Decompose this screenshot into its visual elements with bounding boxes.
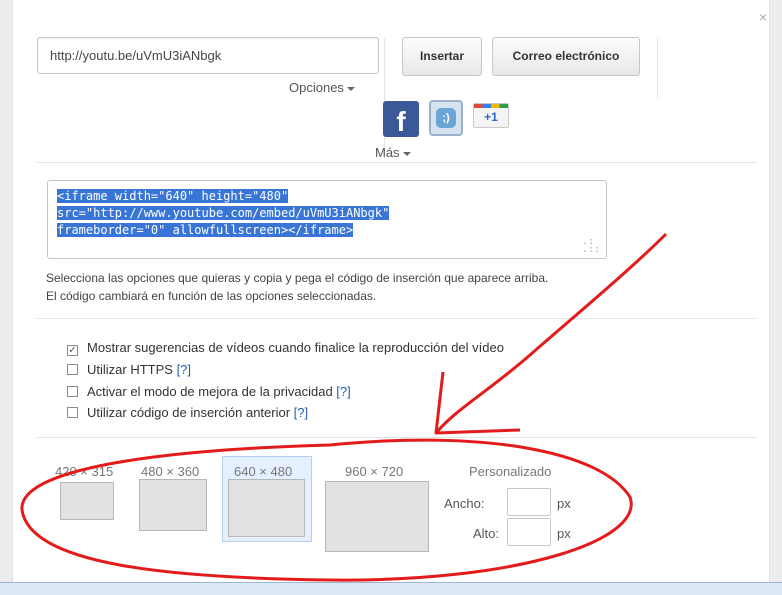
divider — [37, 318, 757, 319]
height-unit: px — [557, 526, 571, 541]
checkbox-checked[interactable]: ✓ — [67, 345, 78, 356]
size-preset-label: 420 × 315 — [55, 464, 114, 479]
help-link[interactable]: [?] — [336, 384, 350, 399]
google-plus-icon[interactable]: +1 — [473, 103, 509, 128]
left-gutter — [0, 0, 12, 582]
embed-code-line: <iframe width="640" height="480" — [57, 189, 289, 203]
share-dialog: × http://youtu.be/uVmU3iANbgk Opciones I… — [12, 0, 770, 582]
help-link[interactable]: [?] — [294, 405, 308, 420]
embed-code-textarea[interactable]: <iframe width="640" height="480" src="ht… — [47, 180, 607, 259]
insert-button[interactable]: Insertar — [402, 37, 482, 76]
option-use-https[interactable]: Utilizar HTTPS [?] — [67, 362, 191, 378]
resize-grip-icon[interactable]: .:.:: — [582, 237, 600, 255]
divider — [657, 38, 658, 98]
facebook-glyph: f — [396, 106, 406, 137]
option-show-suggestions[interactable]: ✓ Mostrar sugerencias de vídeos cuando fi… — [67, 340, 504, 356]
facebook-icon[interactable]: f — [383, 101, 419, 137]
chevron-down-icon — [402, 151, 411, 156]
email-button[interactable]: Correo electrónico — [492, 37, 640, 76]
divider — [37, 437, 757, 438]
bottom-bar — [0, 582, 782, 595]
size-preset-960[interactable] — [325, 481, 429, 552]
tuenti-glyph: ;) — [436, 108, 456, 128]
more-label: Más — [375, 145, 400, 160]
custom-size-label: Personalizado — [469, 464, 552, 479]
embed-code-line: frameborder="0" allowfullscreen></iframe… — [57, 223, 354, 237]
checkbox[interactable] — [67, 407, 78, 418]
option-label: Utilizar HTTPS — [87, 362, 177, 377]
option-old-embed-code[interactable]: Utilizar código de inserción anterior [?… — [67, 405, 308, 421]
tuenti-icon[interactable]: ;) — [429, 100, 463, 136]
right-gutter — [770, 0, 782, 582]
google-plus-label: +1 — [484, 110, 498, 124]
more-dropdown[interactable]: Más — [375, 145, 411, 160]
size-preset-420[interactable] — [60, 482, 114, 520]
close-icon[interactable]: × — [759, 10, 767, 24]
width-input[interactable] — [507, 488, 551, 516]
width-unit: px — [557, 496, 571, 511]
options-dropdown[interactable]: Opciones — [289, 80, 355, 95]
width-label: Ancho: — [444, 496, 485, 511]
checkbox[interactable] — [67, 364, 78, 375]
height-label: Alto: — [473, 526, 500, 541]
option-label: Mostrar sugerencias de vídeos cuando fin… — [87, 340, 504, 355]
size-preset-label: 480 × 360 — [141, 464, 200, 479]
divider — [384, 38, 385, 158]
help-line: Selecciona las opciones que quieras y co… — [46, 271, 549, 285]
chevron-down-icon — [346, 86, 355, 91]
help-line: El código cambiará en función de las opc… — [46, 289, 377, 303]
option-label: Utilizar código de inserción anterior — [87, 405, 294, 420]
google-stripe — [474, 104, 508, 108]
size-preset-label: 640 × 480 — [234, 464, 293, 479]
options-label: Opciones — [289, 80, 344, 95]
size-preset-640[interactable] — [228, 479, 305, 537]
option-privacy-mode[interactable]: Activar el modo de mejora de la privacid… — [67, 384, 351, 400]
divider — [37, 162, 757, 163]
option-label: Activar el modo de mejora de la privacid… — [87, 384, 337, 399]
size-preset-480[interactable] — [139, 479, 207, 531]
share-url-input[interactable]: http://youtu.be/uVmU3iANbgk — [37, 37, 379, 74]
help-link[interactable]: [?] — [177, 362, 191, 377]
height-input[interactable] — [507, 518, 551, 546]
size-preset-label: 960 × 720 — [345, 464, 404, 479]
embed-help-text: Selecciona las opciones que quieras y co… — [46, 269, 548, 305]
checkbox[interactable] — [67, 386, 78, 397]
embed-code-line: src="http://www.youtube.com/embed/uVmU3i… — [57, 206, 390, 220]
